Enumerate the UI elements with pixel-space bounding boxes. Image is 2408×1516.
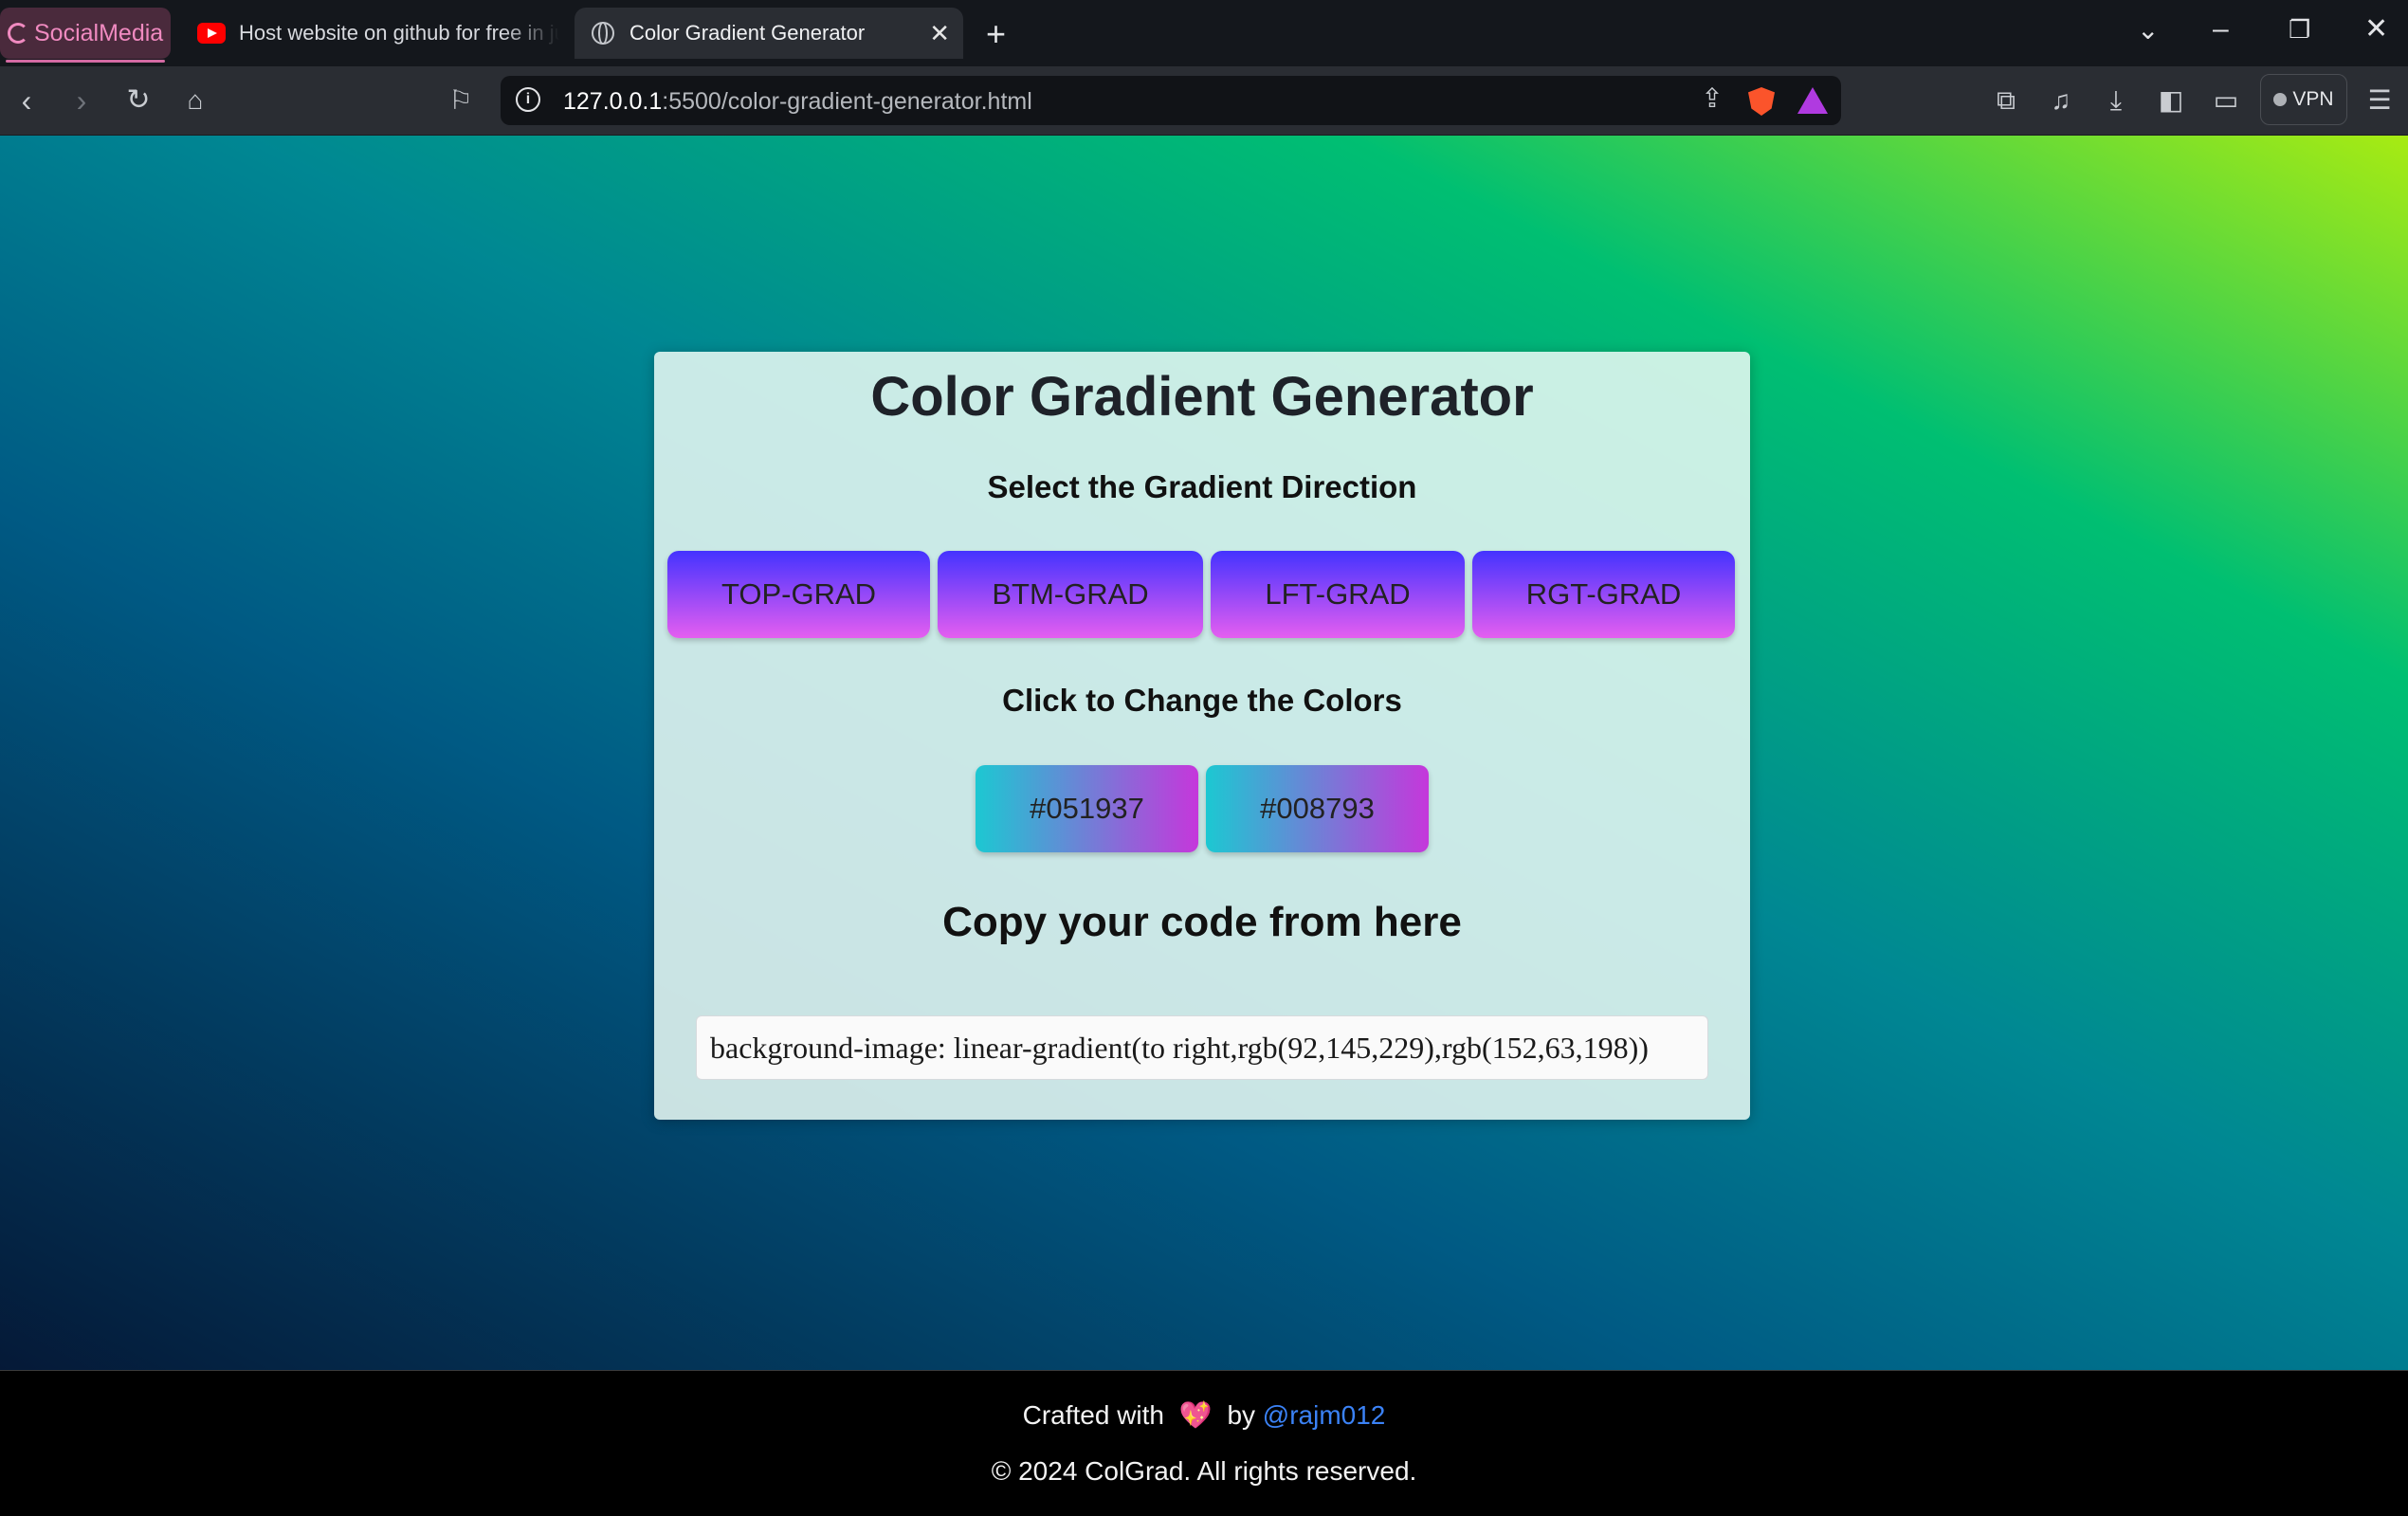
tab-search-chevron-icon[interactable]: ⌄	[2137, 17, 2159, 44]
btm-grad-button[interactable]: BTM-GRAD	[938, 551, 1203, 638]
tab-active[interactable]: Color Gradient Generator ✕	[575, 8, 963, 59]
bookmark-icon[interactable]: ⚐	[442, 83, 480, 118]
heart-icon: 💖	[1178, 1400, 1213, 1430]
tab-group-chip[interactable]: SocialMedia	[0, 8, 171, 63]
address-bar[interactable]: i 127.0.0.1:5500/color-gradient-generato…	[501, 76, 1841, 125]
copy-heading: Copy your code from here	[942, 899, 1462, 945]
globe-icon	[592, 22, 614, 45]
crafted-line: Crafted with 💖 by @rajm012	[0, 1399, 2408, 1431]
close-tab-icon[interactable]: ✕	[929, 19, 950, 48]
vpn-button[interactable]: VPN	[2260, 74, 2347, 125]
sidebar-icon[interactable]: ◧	[2152, 83, 2190, 118]
vpn-status-icon	[2273, 93, 2288, 106]
extensions-icon[interactable]: ⧉	[1987, 83, 2025, 118]
back-icon[interactable]: ‹	[8, 83, 46, 118]
share-icon[interactable]: ⇪	[1693, 82, 1731, 116]
home-icon[interactable]: ⌂	[176, 83, 214, 118]
download-icon[interactable]: ⤓	[2097, 83, 2135, 118]
tab-group-icon	[8, 23, 28, 44]
wallet-icon[interactable]: ▭	[2207, 83, 2245, 118]
youtube-icon	[197, 23, 226, 44]
lft-grad-button[interactable]: LFT-GRAD	[1211, 551, 1465, 638]
tab-bar: SocialMedia Host website on github for f…	[0, 0, 2408, 66]
menu-icon[interactable]: ☰	[2361, 83, 2399, 118]
generator-card: Color Gradient Generator Select the Grad…	[654, 352, 1750, 1120]
close-window-icon[interactable]: ✕	[2364, 15, 2388, 44]
vpn-label: VPN	[2292, 88, 2334, 110]
direction-heading: Select the Gradient Direction	[987, 469, 1417, 504]
brave-rewards-icon[interactable]	[1797, 87, 1828, 114]
css-code-output[interactable]: background-image: linear-gradient(to rig…	[696, 1015, 1708, 1080]
author-link[interactable]: @rajm012	[1263, 1400, 1386, 1430]
brave-shields-icon[interactable]	[1748, 87, 1775, 116]
color-heading: Click to Change the Colors	[1002, 683, 1402, 718]
crafted-text: Crafted with	[1022, 1400, 1164, 1430]
tab-group-label: SocialMedia	[34, 19, 164, 46]
tab-youtube[interactable]: Host website on github for free in just	[180, 8, 559, 59]
minimize-icon[interactable]: –	[2213, 15, 2229, 44]
page-viewport: Color Gradient Generator Select the Grad…	[0, 136, 2408, 1370]
browser-toolbar: ‹ › ↻ ⌂ ⚐ i 127.0.0.1:5500/color-gradien…	[0, 66, 2408, 136]
tab-title: Color Gradient Generator	[629, 21, 866, 45]
color1-button[interactable]: #051937	[976, 765, 1198, 852]
new-tab-icon[interactable]: +	[986, 17, 1006, 51]
media-icon[interactable]: ♫	[2042, 83, 2080, 118]
restore-icon[interactable]: ❐	[2289, 17, 2310, 42]
site-info-icon[interactable]: i	[516, 87, 540, 112]
url-text[interactable]: 127.0.0.1:5500/color-gradient-generator.…	[563, 88, 1032, 116]
forward-icon[interactable]: ›	[63, 83, 100, 118]
rgt-grad-button[interactable]: RGT-GRAD	[1472, 551, 1735, 638]
page-title: Color Gradient Generator	[870, 366, 1534, 428]
reload-icon[interactable]: ↻	[119, 83, 157, 118]
copyright-text: © 2024 ColGrad. All rights reserved.	[991, 1456, 1417, 1486]
page-footer: Crafted with 💖 by @rajm012 © 2024 ColGra…	[0, 1370, 2408, 1516]
top-grad-button[interactable]: TOP-GRAD	[667, 551, 930, 638]
by-text: by	[1227, 1400, 1256, 1430]
color2-button[interactable]: #008793	[1206, 765, 1429, 852]
